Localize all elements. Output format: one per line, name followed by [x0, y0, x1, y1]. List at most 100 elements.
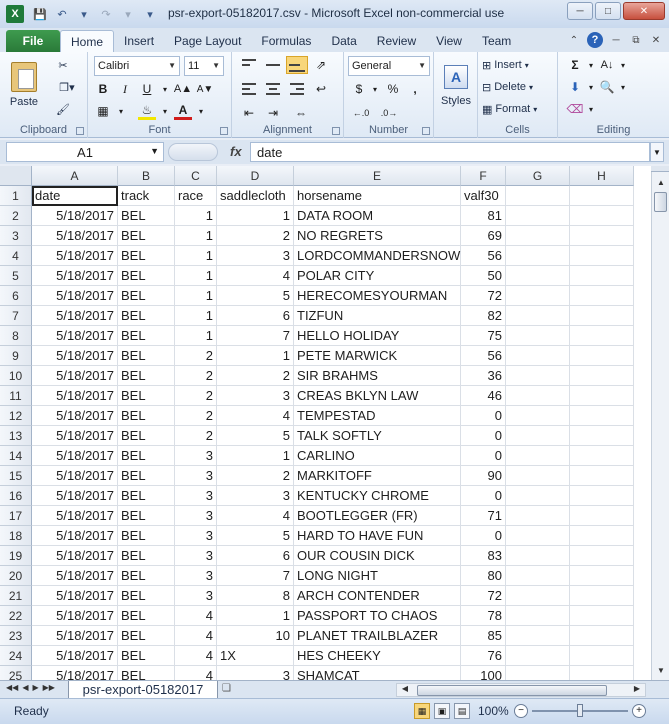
clipboard-launcher-icon[interactable] — [76, 127, 84, 135]
table-cell[interactable] — [506, 486, 570, 506]
table-cell[interactable]: HARD TO HAVE FUN — [294, 526, 461, 546]
table-cell[interactable]: 56 — [461, 246, 506, 266]
row-header[interactable]: 16 — [0, 486, 32, 506]
table-cell[interactable]: 4 — [175, 606, 217, 626]
table-cell[interactable]: 2 — [217, 226, 294, 246]
table-cell[interactable]: 5/18/2017 — [32, 226, 118, 246]
zoom-level[interactable]: 100% — [478, 704, 509, 718]
minimize-button[interactable]: ─ — [567, 2, 593, 20]
percent-button[interactable]: % — [384, 80, 402, 98]
table-cell[interactable]: BEL — [118, 566, 175, 586]
page-break-view-icon[interactable]: ▤ — [454, 703, 470, 719]
table-cell[interactable]: BEL — [118, 466, 175, 486]
help-icon[interactable]: ? — [587, 32, 603, 48]
row-header[interactable]: 17 — [0, 506, 32, 526]
zoom-out-icon[interactable]: − — [514, 704, 528, 718]
table-cell[interactable]: BEL — [118, 666, 175, 680]
table-cell[interactable]: 81 — [461, 206, 506, 226]
underline-dropdown-icon[interactable]: ▾ — [156, 80, 174, 98]
table-cell[interactable]: 100 — [461, 666, 506, 680]
table-cell[interactable]: 2 — [217, 366, 294, 386]
table-cell[interactable] — [506, 246, 570, 266]
italic-button[interactable]: I — [116, 80, 134, 98]
number-launcher-icon[interactable] — [422, 127, 430, 135]
table-cell[interactable]: 3 — [175, 546, 217, 566]
fill-color-icon[interactable]: ♨ — [138, 102, 156, 120]
table-cell[interactable] — [570, 466, 634, 486]
find-select-dropdown-icon[interactable]: ▾ — [614, 78, 632, 96]
table-cell[interactable]: 4 — [175, 626, 217, 646]
table-cell[interactable] — [570, 226, 634, 246]
table-cell[interactable] — [570, 486, 634, 506]
table-cell[interactable]: 1 — [217, 606, 294, 626]
column-header-a[interactable]: A — [32, 166, 118, 186]
horizontal-scrollbar[interactable]: ◀ ▶ — [396, 683, 646, 697]
table-cell[interactable]: SHAMCAT — [294, 666, 461, 680]
table-cell[interactable]: 3 — [175, 486, 217, 506]
table-cell[interactable]: 1 — [217, 446, 294, 466]
sheet-tab[interactable]: psr-export-05182017 — [68, 681, 218, 699]
insert-function-icon[interactable]: fx — [230, 144, 242, 159]
save-icon[interactable]: 💾 — [32, 6, 48, 22]
close-button[interactable]: ✕ — [623, 2, 665, 20]
row-header[interactable]: 10 — [0, 366, 32, 386]
format-painter-icon[interactable]: 🖌 — [54, 100, 72, 118]
selected-cell[interactable]: date — [32, 186, 118, 206]
table-cell[interactable] — [570, 246, 634, 266]
table-cell[interactable]: 2 — [175, 346, 217, 366]
table-cell[interactable]: TALK SOFTLY — [294, 426, 461, 446]
table-cell[interactable]: 5/18/2017 — [32, 646, 118, 666]
undo-dropdown-icon[interactable]: ▾ — [76, 6, 92, 22]
excel-app-icon[interactable]: X — [6, 5, 24, 23]
spreadsheet-grid[interactable]: A B C D E F G H 1 date track race saddlecloth horsena… — [0, 166, 651, 680]
row-header[interactable]: 14 — [0, 446, 32, 466]
vertical-scrollbar[interactable]: ▲ ▼ — [651, 172, 669, 680]
cut-icon[interactable]: ✂ — [54, 56, 72, 74]
table-cell[interactable]: horsename — [294, 186, 461, 206]
table-cell[interactable]: BEL — [118, 406, 175, 426]
table-cell[interactable]: LONG NIGHT — [294, 566, 461, 586]
merge-center-icon[interactable]: ⇔ — [292, 104, 310, 122]
borders-dropdown-icon[interactable]: ▾ — [112, 102, 130, 120]
table-cell[interactable] — [570, 446, 634, 466]
table-cell[interactable] — [506, 186, 570, 206]
customize-toolbar-icon[interactable]: ▾ — [142, 6, 158, 22]
table-cell[interactable]: 78 — [461, 606, 506, 626]
table-cell[interactable] — [570, 646, 634, 666]
table-cell[interactable] — [506, 226, 570, 246]
table-cell[interactable]: POLAR CITY — [294, 266, 461, 286]
table-cell[interactable]: 5/18/2017 — [32, 326, 118, 346]
table-cell[interactable] — [506, 506, 570, 526]
table-cell[interactable]: 7 — [217, 566, 294, 586]
row-header[interactable]: 19 — [0, 546, 32, 566]
table-cell[interactable]: HES CHEEKY — [294, 646, 461, 666]
undo-icon[interactable]: ↶ — [54, 6, 70, 22]
table-cell[interactable]: BEL — [118, 346, 175, 366]
table-cell[interactable] — [506, 366, 570, 386]
first-sheet-icon[interactable]: ◀◀ — [6, 683, 18, 692]
font-color-dropdown-icon[interactable]: ▾ — [192, 102, 210, 120]
expand-formula-bar-icon[interactable]: ▼ — [650, 142, 664, 162]
table-cell[interactable]: BEL — [118, 226, 175, 246]
row-header[interactable]: 22 — [0, 606, 32, 626]
table-cell[interactable]: BOOTLEGGER (FR) — [294, 506, 461, 526]
table-cell[interactable] — [506, 266, 570, 286]
table-cell[interactable]: 0 — [461, 486, 506, 506]
table-cell[interactable]: 5 — [217, 286, 294, 306]
format-cells-button[interactable]: ▦ Format ▾ — [482, 100, 537, 118]
table-cell[interactable]: 56 — [461, 346, 506, 366]
tab-home[interactable]: Home — [60, 30, 115, 52]
table-cell[interactable]: 2 — [175, 386, 217, 406]
table-cell[interactable]: 50 — [461, 266, 506, 286]
tab-team[interactable]: Team — [472, 30, 521, 52]
table-cell[interactable]: 46 — [461, 386, 506, 406]
table-cell[interactable]: 2 — [217, 466, 294, 486]
table-cell[interactable]: 5/18/2017 — [32, 286, 118, 306]
table-cell[interactable] — [506, 426, 570, 446]
table-cell[interactable]: BEL — [118, 606, 175, 626]
font-color-icon[interactable]: A — [174, 102, 192, 120]
table-cell[interactable]: BEL — [118, 306, 175, 326]
table-cell[interactable]: 5/18/2017 — [32, 486, 118, 506]
table-cell[interactable] — [506, 566, 570, 586]
workbook-minimize-icon[interactable]: ─ — [609, 33, 623, 47]
